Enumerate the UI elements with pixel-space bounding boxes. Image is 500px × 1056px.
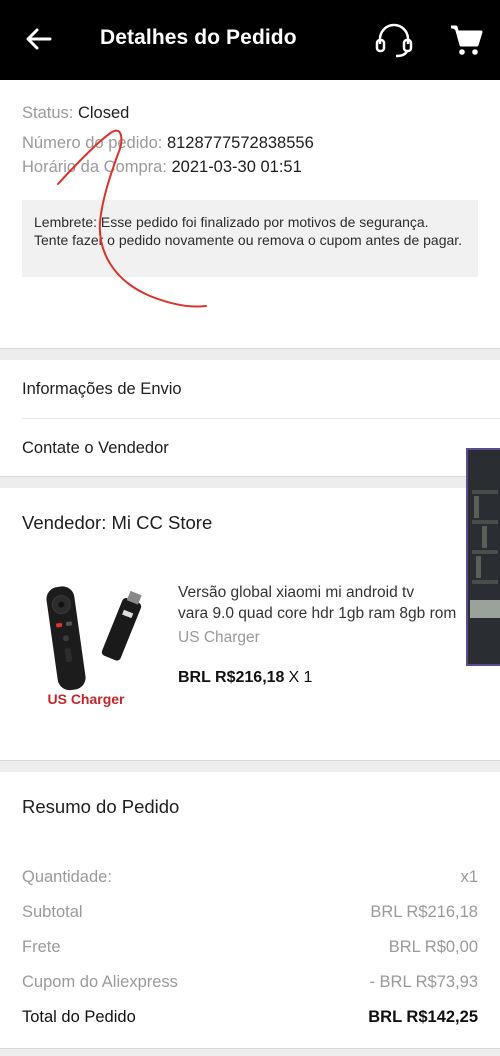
order-number-value[interactable]: 8128777572838556 bbox=[167, 134, 314, 152]
summary-title: Resumo do Pedido bbox=[22, 796, 180, 817]
product-name-line2[interactable]: vara 9.0 quad core hdr 1gb ram 8gb rom bbox=[178, 603, 466, 624]
total-label: Total do Pedido bbox=[22, 1008, 136, 1026]
summary-label: Frete bbox=[22, 938, 61, 956]
section-divider bbox=[0, 760, 500, 772]
contact-seller-link[interactable]: Contate o Vendedor bbox=[0, 419, 500, 477]
product-price-row: BRL R$216,18 X 1 bbox=[178, 669, 312, 687]
product-price: BRL R$216,18 bbox=[178, 669, 285, 686]
seller-section: Vendedor: Mi CC Store US Charger Versão … bbox=[0, 488, 500, 760]
purchase-time-row: Horário da Compra: 2021-03-30 01:51 bbox=[22, 158, 302, 177]
section-divider bbox=[0, 1048, 500, 1056]
summary-row-subtotal: Subtotal BRL R$216,18 bbox=[22, 903, 478, 922]
summary-value: x1 bbox=[460, 868, 478, 886]
page-title: Detalhes do Pedido bbox=[100, 26, 297, 49]
section-divider bbox=[0, 348, 500, 360]
floating-video-thumbnail[interactable] bbox=[466, 448, 500, 666]
order-status-section: Status: Closed Número do pedido: 8128777… bbox=[0, 80, 500, 348]
summary-value: BRL R$216,18 bbox=[370, 903, 478, 921]
product-image[interactable]: US Charger bbox=[30, 578, 160, 708]
order-number-label: Número do pedido: bbox=[22, 134, 163, 152]
summary-label: Subtotal bbox=[22, 903, 83, 921]
summary-label: Quantidade: bbox=[22, 868, 112, 886]
status-label: Status: bbox=[22, 104, 74, 122]
headset-icon[interactable] bbox=[374, 20, 414, 60]
product-quantity: X 1 bbox=[288, 669, 313, 686]
purchase-time-value: 2021-03-30 01:51 bbox=[171, 158, 302, 176]
order-summary-section: Resumo do Pedido Quantidade: x1 Subtotal… bbox=[0, 772, 500, 1048]
summary-value: BRL R$0,00 bbox=[388, 938, 478, 956]
seller-title[interactable]: Vendedor: Mi CC Store bbox=[22, 512, 212, 534]
section-divider bbox=[0, 476, 500, 488]
shipping-info-link[interactable]: Informações de Envio bbox=[0, 360, 500, 418]
summary-label: Cupom do Aliexpress bbox=[22, 973, 178, 991]
status-value: Closed bbox=[77, 104, 130, 122]
video-frame-image bbox=[468, 450, 500, 664]
shipping-info-label: Informações de Envio bbox=[22, 379, 182, 398]
summary-value: - BRL R$73,93 bbox=[369, 973, 478, 991]
summary-row-quantity: Quantidade: x1 bbox=[22, 868, 478, 887]
order-details-page: Detalhes do Pedido Status: Closed Número… bbox=[0, 0, 500, 1056]
security-notice: Lembrete: Esse pedido foi finalizado por… bbox=[22, 200, 478, 277]
contact-seller-label: Contate o Vendedor bbox=[22, 438, 169, 457]
status-row: Status: Closed bbox=[22, 104, 129, 123]
total-value: BRL R$142,25 bbox=[368, 1008, 478, 1026]
cart-icon[interactable] bbox=[448, 22, 484, 58]
back-arrow-icon[interactable] bbox=[24, 24, 54, 54]
product-image-caption: US Charger bbox=[47, 691, 125, 707]
product-name-line1[interactable]: Versão global xiaomi mi android tv bbox=[178, 582, 468, 603]
app-header: Detalhes do Pedido bbox=[0, 0, 500, 80]
order-number-row: Número do pedido: 8128777572838556 bbox=[22, 134, 314, 153]
summary-row-total: Total do Pedido BRL R$142,25 bbox=[22, 1008, 478, 1027]
summary-row-shipping: Frete BRL R$0,00 bbox=[22, 938, 478, 957]
product-variant: US Charger bbox=[178, 629, 260, 646]
summary-row-coupon: Cupom do Aliexpress - BRL R$73,93 bbox=[22, 973, 478, 992]
purchase-time-label: Horário da Compra: bbox=[22, 158, 167, 176]
